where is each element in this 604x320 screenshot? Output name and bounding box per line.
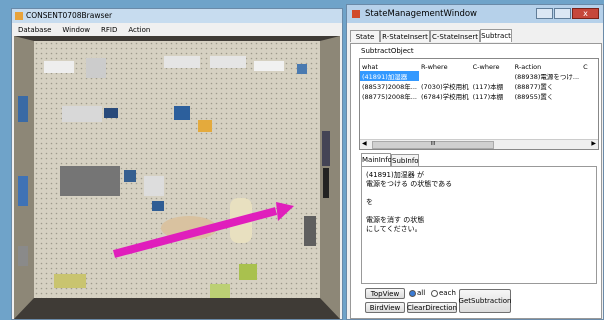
info-line bbox=[366, 207, 592, 216]
get-subtraction-button[interactable]: GetSubtraction bbox=[459, 289, 511, 313]
browser-window: CONSENT0708Brawser Database Window RFID … bbox=[11, 8, 343, 320]
radio-each-icon[interactable] bbox=[431, 289, 438, 297]
browser-title-bar[interactable]: CONSENT0708Brawser bbox=[12, 9, 342, 23]
tab-main-info[interactable]: MainInfo bbox=[361, 153, 392, 166]
table-header: what R-where C-where R-action C bbox=[360, 62, 590, 71]
radio-all[interactable]: all bbox=[409, 289, 425, 297]
table-row[interactable]: (88775)2008年... (6784)学校用机 (117)本棚 (8895… bbox=[360, 91, 590, 101]
subtract-object-label: SubtractObject bbox=[361, 47, 414, 55]
col-r-action[interactable]: R-action bbox=[513, 62, 581, 71]
info-line: にしてください。 bbox=[366, 225, 422, 233]
cell-what: (88775)2008年... bbox=[362, 93, 417, 101]
maximize-button[interactable] bbox=[554, 8, 571, 19]
cell-r-action: (88955)置く bbox=[514, 93, 554, 101]
scroll-left-icon[interactable]: ◀ bbox=[362, 140, 367, 147]
cell-c-where: (117)本棚 bbox=[472, 83, 504, 91]
3d-room-view[interactable] bbox=[14, 36, 340, 319]
subtract-object-list[interactable]: what R-where C-where R-action C (41891)加… bbox=[359, 58, 599, 150]
radio-each-label: each bbox=[439, 289, 456, 297]
col-r-where[interactable]: R-where bbox=[419, 62, 471, 71]
state-window-title: StateManagementWindow bbox=[365, 9, 478, 19]
object-table: what R-where C-where R-action C (41891)加… bbox=[360, 62, 590, 101]
browser-title: CONSENT0708Brawser bbox=[26, 11, 113, 20]
menu-rfid[interactable]: RFID bbox=[101, 26, 117, 34]
cell-what: (41891)加湿器 bbox=[360, 71, 419, 81]
menu-database[interactable]: Database bbox=[18, 26, 51, 34]
info-line: 電源をつける の状態である bbox=[366, 180, 453, 188]
menu-action[interactable]: Action bbox=[128, 26, 150, 34]
cell-r-where bbox=[419, 71, 471, 81]
tab-r-stateinsert[interactable]: R-StateInsert bbox=[380, 30, 430, 42]
tab-sub-info[interactable]: SubInfo bbox=[391, 154, 419, 166]
horizontal-scrollbar[interactable]: ◀ III ▶ bbox=[360, 139, 598, 149]
tab-bar: State R-StateInsert C-StateInsert Subtra… bbox=[350, 29, 602, 43]
top-view-button[interactable]: TopView bbox=[365, 288, 405, 299]
info-line: (41891)加湿器 が bbox=[366, 171, 424, 179]
minimize-button[interactable] bbox=[536, 8, 553, 19]
tab-subtract[interactable]: Subtract bbox=[480, 29, 512, 42]
clear-direction-button[interactable]: ClearDirection bbox=[407, 302, 457, 313]
browser-menu-bar: Database Window RFID Action bbox=[12, 24, 342, 36]
col-what[interactable]: what bbox=[360, 62, 419, 71]
cell-r-action: (88938)電源をつけ... bbox=[514, 73, 580, 81]
subtract-panel: SubtractObject what R-where C-where R-ac… bbox=[350, 43, 602, 319]
radio-each[interactable]: each bbox=[431, 289, 456, 297]
col-c-where[interactable]: C-where bbox=[471, 62, 513, 71]
info-tab-bar: MainInfo SubInfo bbox=[361, 153, 601, 166]
scroll-thumb[interactable]: III bbox=[372, 141, 494, 149]
scroll-right-icon[interactable]: ▶ bbox=[591, 140, 596, 147]
info-line: 電源を消す の状態 bbox=[366, 216, 425, 224]
cell-what: (88537)2008年... bbox=[362, 83, 417, 91]
info-line bbox=[366, 189, 592, 198]
radio-all-label: all bbox=[417, 289, 426, 297]
app-icon bbox=[15, 12, 23, 20]
tab-state[interactable]: State bbox=[350, 30, 380, 42]
menu-window[interactable]: Window bbox=[62, 26, 90, 34]
window-icon bbox=[352, 10, 360, 18]
cell-r-where: (6784)学校用机 bbox=[421, 93, 469, 101]
info-line: を bbox=[366, 198, 373, 206]
radio-all-icon[interactable] bbox=[409, 289, 416, 297]
cell-c-where bbox=[471, 71, 513, 81]
main-info-box: (41891)加湿器 が 電源をつける の状態である を 電源を消す の状態 に… bbox=[361, 166, 597, 284]
bird-view-button[interactable]: BirdView bbox=[365, 302, 405, 313]
cell-r-action: (88877)置く bbox=[514, 83, 554, 91]
table-row[interactable]: (41891)加湿器 (88938)電源をつけ... bbox=[360, 71, 590, 81]
table-row[interactable]: (88537)2008年... (7030)学校用机 (117)本棚 (8887… bbox=[360, 81, 590, 91]
cell-r-where: (7030)学校用机 bbox=[421, 83, 469, 91]
state-management-window: StateManagementWindow x State R-StateIns… bbox=[346, 4, 604, 320]
close-button[interactable]: x bbox=[572, 8, 599, 19]
state-title-bar[interactable]: StateManagementWindow x bbox=[347, 5, 603, 23]
col-c[interactable]: C bbox=[581, 62, 590, 71]
tab-c-stateinsert[interactable]: C-StateInsert bbox=[430, 30, 480, 42]
cell-c-where: (117)本棚 bbox=[472, 93, 504, 101]
